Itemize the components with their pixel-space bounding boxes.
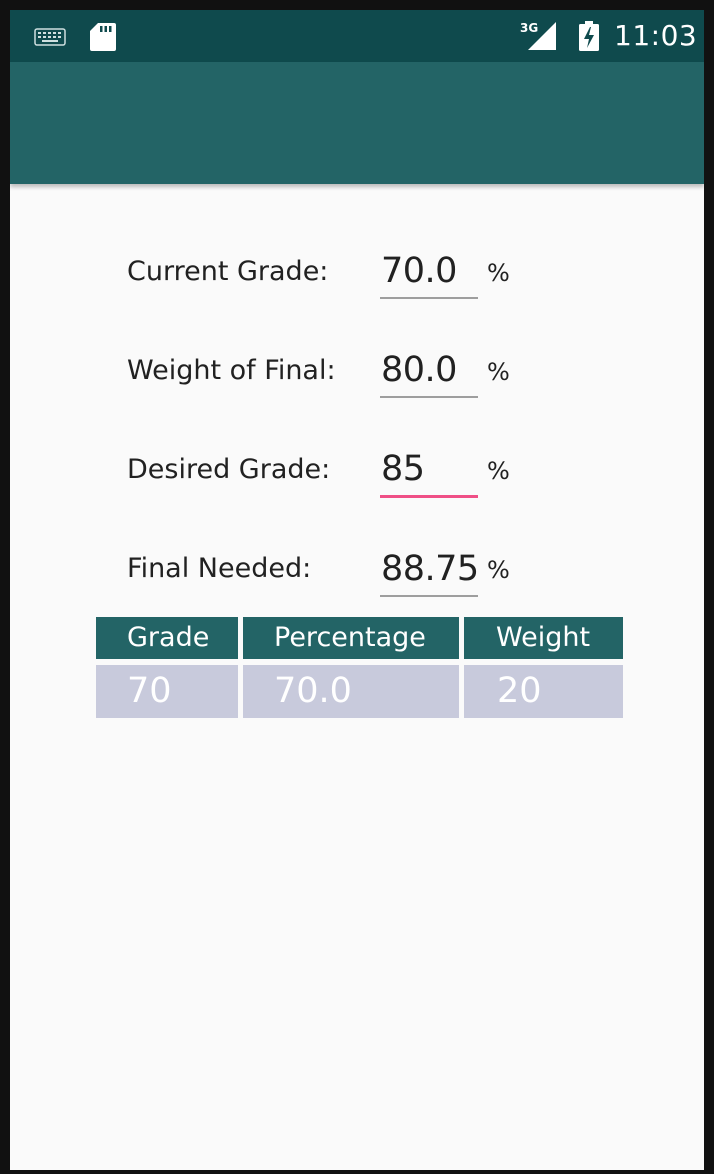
current-grade-value: 70.0 [381, 251, 457, 291]
final-needed-value: 88.75 [381, 549, 479, 589]
final-needed-unit: % [487, 556, 510, 584]
table-cell-weight[interactable]: 20 [464, 665, 623, 718]
weight-of-final-value: 80.0 [381, 350, 457, 390]
status-clock: 11:03 [614, 19, 698, 52]
current-grade-unit: % [487, 259, 510, 287]
weight-of-final-label: Weight of Final: [127, 355, 336, 386]
desired-grade-unit: % [487, 457, 510, 485]
table-cell-grade[interactable]: 70 [96, 665, 238, 718]
final-needed-output: 88.75 [380, 549, 479, 597]
status-bar: 3G 11:03 [10, 10, 704, 62]
app-bar [10, 62, 704, 184]
desired-grade-value: 85 [381, 449, 425, 489]
final-needed-label: Final Needed: [127, 553, 312, 584]
table-header-weight: Weight [464, 617, 623, 659]
network-type-label: 3G [520, 21, 538, 35]
sd-card-icon [89, 22, 117, 56]
battery-charging-icon [578, 20, 600, 56]
desired-grade-label: Desired Grade: [127, 454, 331, 485]
table-header-percentage: Percentage [243, 617, 459, 659]
signal-icon: 3G [520, 20, 560, 56]
weight-of-final-input[interactable]: 80.0 [380, 350, 478, 398]
current-grade-label: Current Grade: [127, 256, 329, 287]
weight-of-final-unit: % [487, 358, 510, 386]
desired-grade-input[interactable]: 85 [380, 449, 478, 498]
app-screen: 3G 11:03 Current Grade: 70.0 % Weight of… [10, 10, 704, 1170]
current-grade-input[interactable]: 70.0 [380, 251, 478, 299]
table-header-grade: Grade [96, 617, 238, 659]
keyboard-icon [34, 27, 66, 51]
table-cell-percentage[interactable]: 70.0 [243, 665, 459, 718]
